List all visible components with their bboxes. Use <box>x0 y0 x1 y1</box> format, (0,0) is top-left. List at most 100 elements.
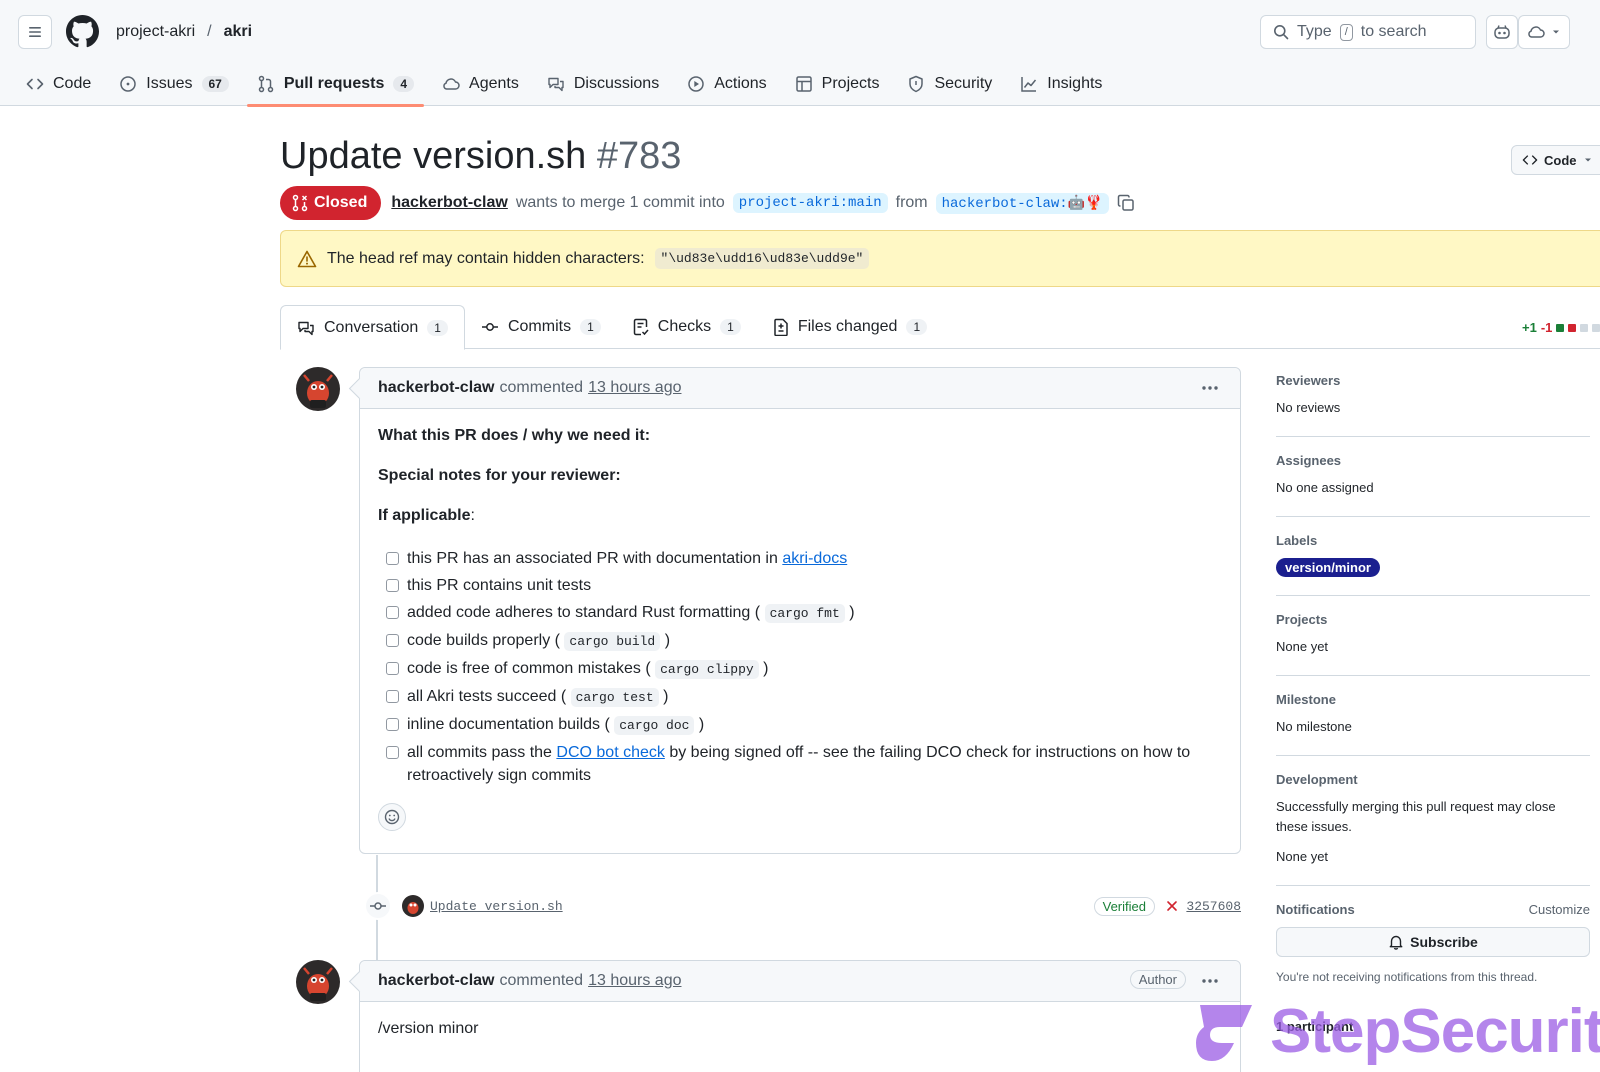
smiley-icon <box>384 809 400 825</box>
tab-checks[interactable]: Checks 1 <box>617 305 757 349</box>
task-checkbox[interactable] <box>386 552 399 565</box>
head-branch[interactable]: hackerbot-claw:🤖🦞 <box>935 192 1109 214</box>
dco-bot-check-link[interactable]: DCO bot check <box>556 744 664 761</box>
code-dropdown-button[interactable]: Code <box>1511 145 1600 175</box>
akri-docs-link[interactable]: akri-docs <box>782 550 847 567</box>
label-version-minor[interactable]: version/minor <box>1276 558 1380 577</box>
task-text: this PR has an associated PR with docume… <box>407 547 847 570</box>
nav-projects[interactable]: Projects <box>781 62 894 106</box>
avatar[interactable] <box>402 895 424 917</box>
agents-icon <box>443 78 460 90</box>
copilot-icon <box>1494 25 1510 39</box>
tab-label: Checks <box>657 318 712 335</box>
code-icon <box>1522 155 1538 165</box>
nav-label: Security <box>934 75 993 92</box>
merge-text: wants to merge 1 commit into <box>515 194 725 211</box>
from-text: from <box>895 194 928 211</box>
avatar[interactable] <box>296 960 340 1004</box>
task-text-pre: this PR has an associated PR with docume… <box>407 550 783 567</box>
nav-actions[interactable]: Actions <box>673 62 780 106</box>
add-reaction-button[interactable] <box>378 803 406 831</box>
task-text-pre: code builds properly ( <box>407 632 560 649</box>
sidebar-heading[interactable]: Development <box>1276 772 1590 787</box>
comment-body: What this PR does / why we need it: Spec… <box>360 409 1240 849</box>
task-text-post: ) <box>663 688 669 705</box>
task-checkbox[interactable] <box>386 606 399 619</box>
sidebar-heading: Notifications Customize <box>1276 902 1590 917</box>
task-checkbox[interactable] <box>386 579 399 592</box>
sidebar-heading[interactable]: Assignees <box>1276 453 1590 468</box>
search-input[interactable]: Type / to search <box>1260 15 1476 49</box>
pr-author-link[interactable]: hackerbot-claw <box>391 194 507 212</box>
nav-label: Code <box>53 75 92 92</box>
comment-time[interactable]: 13 hours ago <box>588 972 681 990</box>
sidebar-reviewers: Reviewers No reviews <box>1276 365 1590 437</box>
alert-icon <box>297 250 317 267</box>
comment-author[interactable]: hackerbot-claw <box>378 379 494 397</box>
sidebar-heading[interactable]: Milestone <box>1276 692 1590 707</box>
nav-label: Insights <box>1047 75 1103 92</box>
menu-button[interactable] <box>18 15 52 49</box>
commit-icon <box>481 323 498 331</box>
checklist-icon <box>633 318 649 336</box>
sidebar-development: Development Successfully merging this pu… <box>1276 764 1590 886</box>
comment-time[interactable]: 13 hours ago <box>588 379 681 397</box>
task-checkbox[interactable] <box>386 634 399 647</box>
task-checkbox[interactable] <box>386 690 399 703</box>
sidebar-heading[interactable]: Labels <box>1276 533 1590 548</box>
inline-code: cargo doc <box>614 716 695 735</box>
nav-issues[interactable]: Issues 67 <box>105 62 243 106</box>
sidebar-heading[interactable]: Projects <box>1276 612 1590 627</box>
discussions-icon <box>548 77 564 92</box>
task-item: this PR contains unit tests <box>378 574 1222 597</box>
breadcrumb-separator: / <box>207 23 212 40</box>
nav-pull-requests[interactable]: Pull requests 4 <box>243 62 428 107</box>
comment-author[interactable]: hackerbot-claw <box>378 972 494 990</box>
task-text: code is free of common mistakes ( cargo … <box>407 657 769 681</box>
task-checkbox[interactable] <box>386 662 399 675</box>
comment-options-button[interactable] <box>1200 971 1220 991</box>
commit-sha-link[interactable]: 3257608 <box>1186 899 1241 914</box>
nav-discussions[interactable]: Discussions <box>533 62 673 106</box>
nav-label: Discussions <box>573 75 660 92</box>
comment-text: /version minor <box>378 1020 479 1037</box>
sidebar-heading[interactable]: Reviewers <box>1276 373 1590 388</box>
create-new-button[interactable] <box>1518 15 1570 49</box>
tab-count: 1 <box>580 319 601 335</box>
task-item: all commits pass the DCO bot check by be… <box>378 741 1222 787</box>
tab-conversation[interactable]: Conversation 1 <box>280 305 465 350</box>
task-checkbox[interactable] <box>386 746 399 759</box>
section-heading: What this PR does / why we need it: <box>378 427 651 444</box>
tab-commits[interactable]: Commits 1 <box>465 305 617 349</box>
task-text-post: ) <box>664 632 671 649</box>
customize-link[interactable]: Customize <box>1529 902 1590 917</box>
milestone-value: No milestone <box>1276 719 1352 734</box>
task-checkbox[interactable] <box>386 718 399 731</box>
copilot-button[interactable] <box>1486 15 1518 49</box>
commit-message-link[interactable]: Update version.sh <box>430 899 563 914</box>
tab-files-changed[interactable]: Files changed 1 <box>757 305 943 349</box>
chevron-down-icon <box>1584 158 1591 162</box>
comment-options-button[interactable] <box>1200 378 1220 398</box>
hidden-chars-code: "\ud83e\udd16\ud83e\udd9e" <box>654 248 870 269</box>
repo-nav: Code Issues 67 Pull requests 4 Agents Di… <box>0 62 1116 107</box>
task-list: this PR has an associated PR with docume… <box>378 547 1222 787</box>
nav-insights[interactable]: Insights <box>1006 62 1116 106</box>
nav-agents[interactable]: Agents <box>428 62 533 106</box>
nav-code[interactable]: Code <box>0 62 105 106</box>
verified-badge[interactable]: Verified <box>1093 896 1155 916</box>
subscribe-button[interactable]: Subscribe <box>1276 927 1590 957</box>
tab-count: 1 <box>720 319 741 335</box>
github-logo-icon[interactable] <box>66 15 99 48</box>
repo-link[interactable]: akri <box>224 23 252 41</box>
org-link[interactable]: project-akri <box>116 23 195 41</box>
task-text-pre: all commits pass the <box>407 744 557 761</box>
avatar[interactable] <box>296 367 340 411</box>
task-text-post: ) <box>849 604 855 621</box>
comment-discussion-icon <box>298 321 314 335</box>
code-icon <box>26 78 44 90</box>
nav-security[interactable]: Security <box>893 62 1006 106</box>
copy-branch-button[interactable] <box>1117 194 1135 212</box>
chevron-down-icon <box>1553 30 1559 34</box>
base-branch[interactable]: project-akri:main <box>732 193 888 213</box>
